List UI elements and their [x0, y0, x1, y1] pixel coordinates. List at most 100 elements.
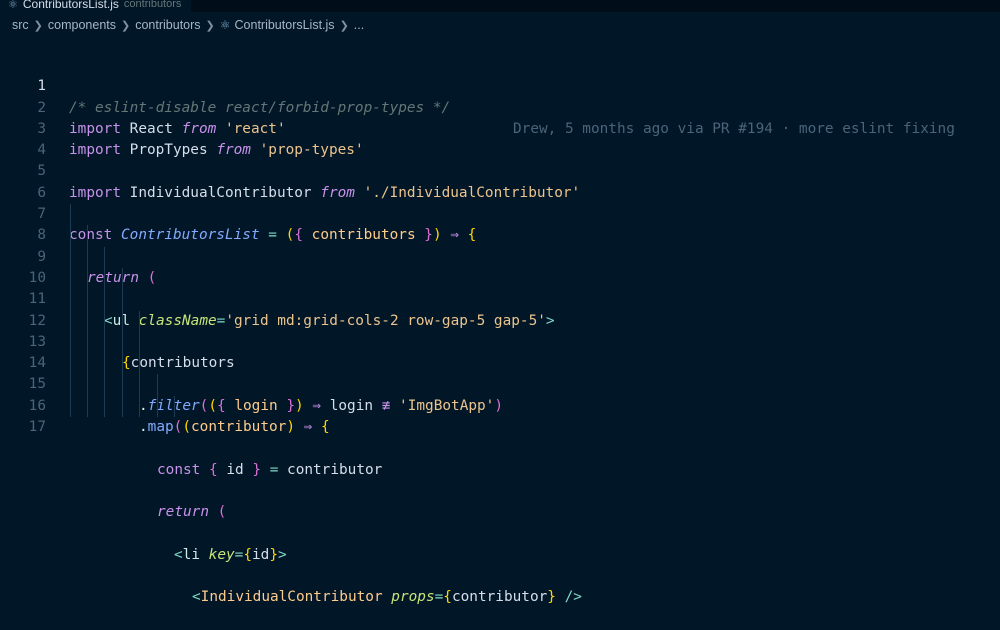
tag-bracket: > — [278, 546, 287, 563]
breadcrumb-item-components[interactable]: components — [48, 18, 116, 32]
bracket: } — [269, 546, 279, 563]
indent-guide — [139, 310, 140, 332]
indent-guide — [122, 331, 123, 354]
tag-bracket: < — [174, 546, 183, 563]
indent-guide — [70, 289, 71, 311]
breadcrumb: src ❯ components ❯ contributors ❯ ⚛ Cont… — [0, 12, 1000, 38]
line-number: 17 — [28, 419, 46, 436]
bracket: ( — [173, 419, 183, 436]
indent-guide — [70, 374, 71, 396]
code-line[interactable]: 10 {contributors — [0, 246, 1000, 371]
tag-bracket: /> — [564, 589, 582, 606]
bracket: { — [321, 419, 330, 436]
breadcrumb-item-src[interactable]: src — [12, 18, 29, 32]
bracket: { — [443, 589, 452, 606]
code-line[interactable]: 4 — [0, 119, 1000, 158]
code-line[interactable]: 3 import PropTypes from 'prop-types' — [0, 98, 1000, 158]
indent-guide — [87, 289, 88, 311]
code-editor[interactable]: 1 /* eslint-disable react/forbid-prop-ty… — [0, 55, 1000, 605]
indent-guide — [104, 310, 105, 332]
indent-guide — [87, 310, 88, 332]
breadcrumb-item-file[interactable]: ContributorsList.js — [235, 18, 335, 32]
indent-guide — [87, 353, 88, 375]
indent-guide — [104, 289, 105, 311]
tab-description: contributors — [123, 0, 182, 10]
indent-guide — [122, 267, 123, 290]
indent-guide — [87, 225, 88, 247]
tab-filename: ContributorsList.js — [22, 0, 119, 11]
indent-guide — [122, 289, 123, 311]
indent-guide — [139, 331, 140, 354]
code-line[interactable]: 15 return ( — [0, 353, 1000, 520]
indent-guide — [122, 310, 123, 332]
code-line[interactable]: 14 — [0, 331, 1000, 371]
indent-guide — [70, 353, 71, 375]
code-line[interactable]: 16 <li key={id}> — [0, 374, 1000, 563]
method-name: map — [147, 419, 174, 436]
code-line[interactable]: 13 const { id } = contributor — [0, 310, 1000, 478]
operator: = — [269, 461, 279, 478]
code-line[interactable]: 6 — [0, 161, 1000, 201]
indent-guide — [70, 331, 71, 354]
chevron-right-icon: ❯ — [33, 19, 43, 32]
indent-guide — [122, 353, 123, 375]
bracket: { — [209, 461, 218, 478]
react-file-icon: ⚛ — [8, 0, 18, 11]
indent-guide — [104, 353, 105, 375]
operator: = — [434, 589, 444, 606]
jsx-attribute: key — [208, 546, 235, 563]
indent-guide — [104, 331, 105, 354]
indent-guide — [70, 225, 71, 247]
indent-guide — [87, 246, 88, 268]
indent-guide — [70, 310, 71, 332]
indent-guide — [139, 395, 140, 418]
indent-guide — [104, 246, 105, 268]
operator: = — [234, 546, 244, 563]
code-line[interactable]: 12 .map((contributor) ⇒ { — [0, 289, 1000, 435]
arrow-operator: ⇒ — [303, 419, 313, 436]
indent-guide — [70, 395, 71, 418]
keyword: const — [157, 461, 201, 478]
code-line[interactable]: 1 /* eslint-disable react/forbid-prop-ty… — [0, 55, 1000, 137]
indent-guide — [122, 395, 123, 418]
parameter: contributor — [191, 419, 287, 436]
indent-guide — [87, 267, 88, 290]
indent-guide — [104, 267, 105, 290]
identifier: contributor — [287, 461, 383, 478]
punctuation: . — [139, 419, 148, 436]
indent-guide — [104, 374, 105, 396]
tag-bracket: < — [192, 589, 201, 606]
indent-guide — [139, 374, 140, 396]
breadcrumb-item-contributors[interactable]: contributors — [135, 18, 200, 32]
chevron-right-icon: ❯ — [339, 19, 349, 32]
indent-guide — [70, 267, 71, 290]
jsx-tag: li — [182, 546, 200, 563]
bracket: ( — [217, 504, 227, 521]
indent-guide — [70, 246, 71, 268]
identifier: contributor — [451, 589, 548, 606]
indent-guide — [70, 204, 71, 226]
react-file-icon: ⚛ — [219, 18, 231, 32]
code-line[interactable]: 5 import IndividualContributor from './I… — [0, 140, 1000, 200]
indent-guide — [87, 374, 88, 396]
indent-guide — [139, 353, 140, 375]
code-line[interactable]: 11 .filter(({ login }) ⇒ login ≢ 'ImgBot… — [0, 267, 1000, 414]
bracket: ( — [182, 419, 192, 436]
indent-guide — [87, 331, 88, 354]
indent-guide — [157, 395, 158, 418]
tab-contributors-list[interactable]: ⚛ ContributorsList.js contributors — [0, 0, 192, 12]
identifier: id — [226, 461, 244, 478]
bracket: } — [547, 589, 556, 606]
bracket: } — [252, 461, 262, 478]
indent-guide — [157, 374, 158, 396]
tab-bar: ⚛ ContributorsList.js contributors — [0, 0, 1000, 12]
code-line[interactable]: 8 return ( — [0, 204, 1000, 286]
code-line[interactable]: 9 <ul className='grid md:grid-cols-2 row… — [0, 225, 1000, 329]
breadcrumb-item-symbol[interactable]: ... — [354, 18, 364, 32]
code-line[interactable]: 2 import React from 'react' — [0, 76, 1000, 137]
chevron-right-icon: ❯ — [121, 19, 131, 32]
code-line[interactable]: 7 const ContributorsList = ({ contributo… — [0, 183, 1000, 243]
bracket: ) — [286, 419, 295, 436]
code-line[interactable]: 17 <IndividualContributor props={contrib… — [0, 395, 1000, 605]
indent-guide — [122, 374, 123, 396]
